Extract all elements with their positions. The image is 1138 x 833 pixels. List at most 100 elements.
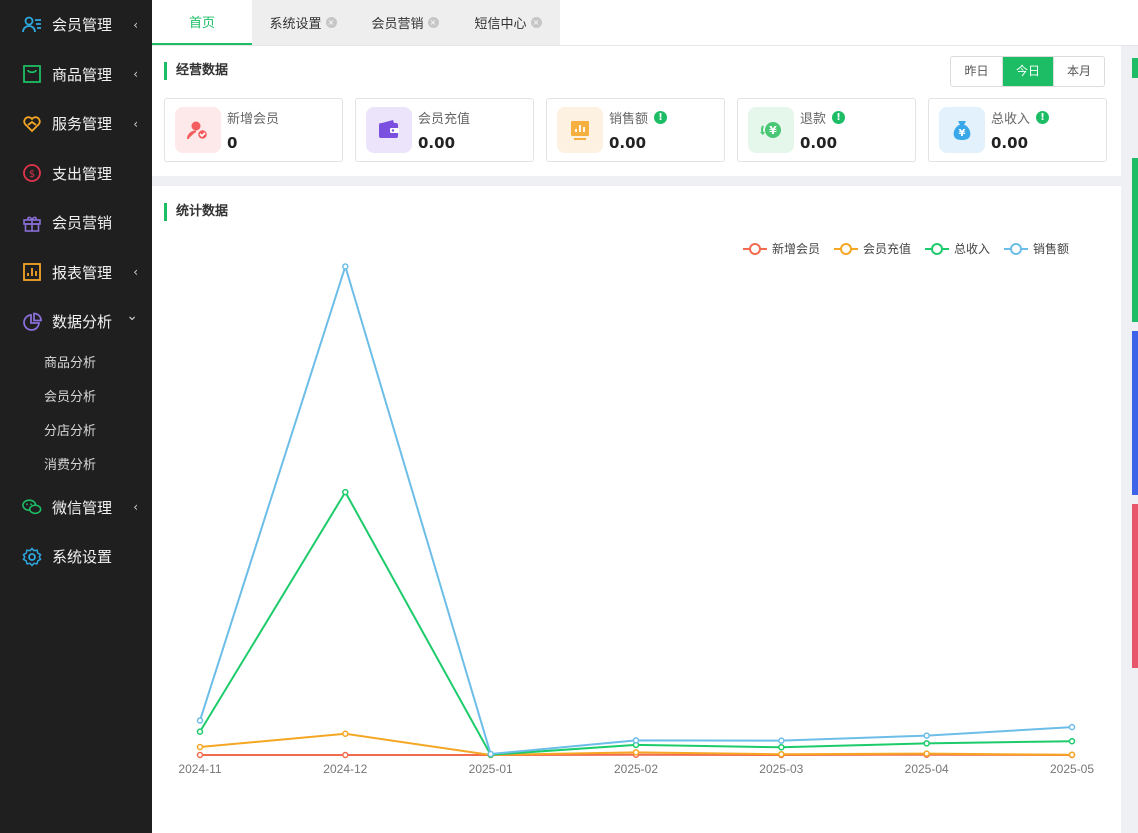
gear-icon xyxy=(22,547,42,567)
data-point[interactable] xyxy=(196,728,204,735)
wallet-icon xyxy=(366,107,412,153)
data-point[interactable] xyxy=(632,749,640,756)
close-tab-icon[interactable]: × xyxy=(530,17,542,28)
sidebar: 会员管理 ‹ 商品管理 ‹ 服务管理 ‹ $ 支出管理会员营销报表管理 ‹ 数据分析 ⌄ 商品分析 会员… xyxy=(0,0,152,833)
tab-label: 系统设置 xyxy=(269,17,322,32)
pie-chart-icon xyxy=(22,312,42,332)
sidebar-item-label: 会员营销 xyxy=(52,214,113,233)
data-point[interactable] xyxy=(1068,737,1076,745)
chevron-left-icon: ‹ xyxy=(133,116,138,131)
sidebar-item-0[interactable]: 会员管理 ‹ xyxy=(0,0,152,50)
close-tab-icon[interactable]: × xyxy=(325,17,337,28)
stat-card-value: 0.00 xyxy=(991,134,1029,152)
stat-card-label-text: 总收入 xyxy=(991,112,1031,127)
stat-card-value: 0.00 xyxy=(609,134,647,152)
right-edge-strip xyxy=(1121,46,1138,833)
series-line-3 xyxy=(199,263,1073,756)
sidebar-item-2[interactable]: 服务管理 ‹ xyxy=(0,99,152,149)
operations-panel: 经营数据 昨日 今日 本月 新增会员 0 会员充值 0.00 销售额! 0.00 ¥ 退款! 0.0… xyxy=(152,46,1121,176)
data-point[interactable] xyxy=(1068,723,1076,731)
statistics-panel: 统计数据 新增会员 会员充值 总收入 销售额 2024-11 2024-12 2025-0… xyxy=(152,186,1121,833)
stat-card-3: ¥ 退款! 0.00 xyxy=(737,98,916,162)
chevron-left-icon: ‹ xyxy=(133,67,138,82)
stat-card-label-text: 会员充值 xyxy=(418,112,471,127)
sidebar-item-4[interactable]: 会员营销 xyxy=(0,198,152,248)
data-point[interactable] xyxy=(1068,751,1076,758)
member-icon xyxy=(22,15,42,35)
chevron-left-icon: ‹ xyxy=(133,265,138,280)
x-tick-label: 2025-02 xyxy=(614,762,658,776)
svg-text:¥: ¥ xyxy=(769,124,777,137)
tab-1[interactable]: 系统设置 × xyxy=(252,0,354,45)
operations-title: 经营数据 xyxy=(164,62,228,80)
data-point[interactable] xyxy=(632,737,640,744)
sidebar-item-1[interactable]: 商品管理 ‹ xyxy=(0,50,152,100)
expense-icon: $ xyxy=(22,163,42,183)
stat-card-0: 新增会员 0 xyxy=(164,98,343,162)
period-button-2[interactable]: 本月 xyxy=(1053,57,1104,86)
sidebar-item-5[interactable]: 报表管理 ‹ xyxy=(0,248,152,298)
data-point[interactable] xyxy=(923,732,930,739)
sidebar-item-label: 服务管理 xyxy=(52,115,113,134)
sidebar-item-label: 商品管理 xyxy=(52,65,113,84)
data-point[interactable] xyxy=(342,488,349,496)
data-analysis-submenu: 商品分析 会员分析 分店分析 消费分析 xyxy=(0,347,152,483)
chevron-left-icon: ‹ xyxy=(133,500,138,515)
tab-bar: 首页 系统设置 × 会员营销 × 短信中心 × xyxy=(152,0,1138,46)
submenu-item-0[interactable]: 商品分析 xyxy=(44,347,152,381)
money-bag-icon: ¥ xyxy=(939,107,985,153)
data-point[interactable] xyxy=(778,744,785,751)
stat-card-label: 总收入! xyxy=(991,108,1050,127)
submenu-item-1[interactable]: 会员分析 xyxy=(44,381,152,415)
x-tick-label: 2024-11 xyxy=(178,762,221,776)
series-line-2 xyxy=(199,490,1073,756)
data-point[interactable] xyxy=(778,737,785,744)
data-point[interactable] xyxy=(923,750,930,757)
sidebar-item-8[interactable]: 系统设置 xyxy=(0,532,152,582)
close-tab-icon[interactable]: × xyxy=(427,17,439,28)
tab-2[interactable]: 会员营销 × xyxy=(354,0,456,45)
data-point[interactable] xyxy=(923,740,930,747)
sidebar-item-6[interactable]: 数据分析 ⌄ xyxy=(0,297,152,347)
info-icon[interactable]: ! xyxy=(832,111,846,124)
data-point[interactable] xyxy=(196,751,204,759)
tab-label: 首页 xyxy=(188,16,215,31)
sidebar-item-7[interactable]: 微信管理 ‹ xyxy=(0,483,152,533)
chevron-down-icon: ⌄ xyxy=(126,308,138,324)
stat-card-label-text: 退款 xyxy=(800,112,827,127)
period-button-0[interactable]: 昨日 xyxy=(951,57,1002,86)
stat-card-1: 会员充值 0.00 xyxy=(355,98,534,162)
stat-card-label: 新增会员 xyxy=(227,108,279,127)
data-point[interactable] xyxy=(196,743,204,751)
refund-icon: ¥ xyxy=(748,107,794,153)
data-point[interactable] xyxy=(342,263,349,270)
sidebar-item-label: 微信管理 xyxy=(52,498,113,517)
tab-label: 短信中心 xyxy=(474,17,527,32)
info-icon[interactable]: ! xyxy=(1036,111,1050,124)
chevron-left-icon: ‹ xyxy=(133,17,138,32)
sidebar-item-label: 系统设置 xyxy=(52,548,113,567)
x-tick-label: 2024-12 xyxy=(323,762,367,776)
submenu-item-2[interactable]: 分店分析 xyxy=(44,415,152,449)
sidebar-item-label: 报表管理 xyxy=(52,263,113,282)
data-point[interactable] xyxy=(487,750,494,758)
data-point[interactable] xyxy=(778,750,785,758)
data-point[interactable] xyxy=(342,751,349,759)
sidebar-item-3[interactable]: $ 支出管理 xyxy=(0,149,152,199)
tab-label: 会员营销 xyxy=(371,17,424,32)
tab-0[interactable]: 首页 xyxy=(152,0,252,45)
submenu-item-3[interactable]: 消费分析 xyxy=(44,449,152,483)
period-button-1[interactable]: 今日 xyxy=(1002,57,1053,86)
tab-3[interactable]: 短信中心 × xyxy=(456,0,560,45)
x-tick-label: 2025-05 xyxy=(1050,762,1094,776)
stat-card-label: 会员充值 xyxy=(418,108,470,127)
stat-card-2: 销售额! 0.00 xyxy=(546,98,725,162)
service-icon xyxy=(22,114,42,134)
sales-chart-icon xyxy=(557,107,603,153)
wechat-icon xyxy=(22,497,42,517)
stat-card-value: 0 xyxy=(227,134,238,152)
data-point[interactable] xyxy=(342,730,349,738)
info-icon[interactable]: ! xyxy=(654,111,668,124)
data-point[interactable] xyxy=(196,717,204,724)
x-tick-label: 2025-01 xyxy=(469,762,513,776)
